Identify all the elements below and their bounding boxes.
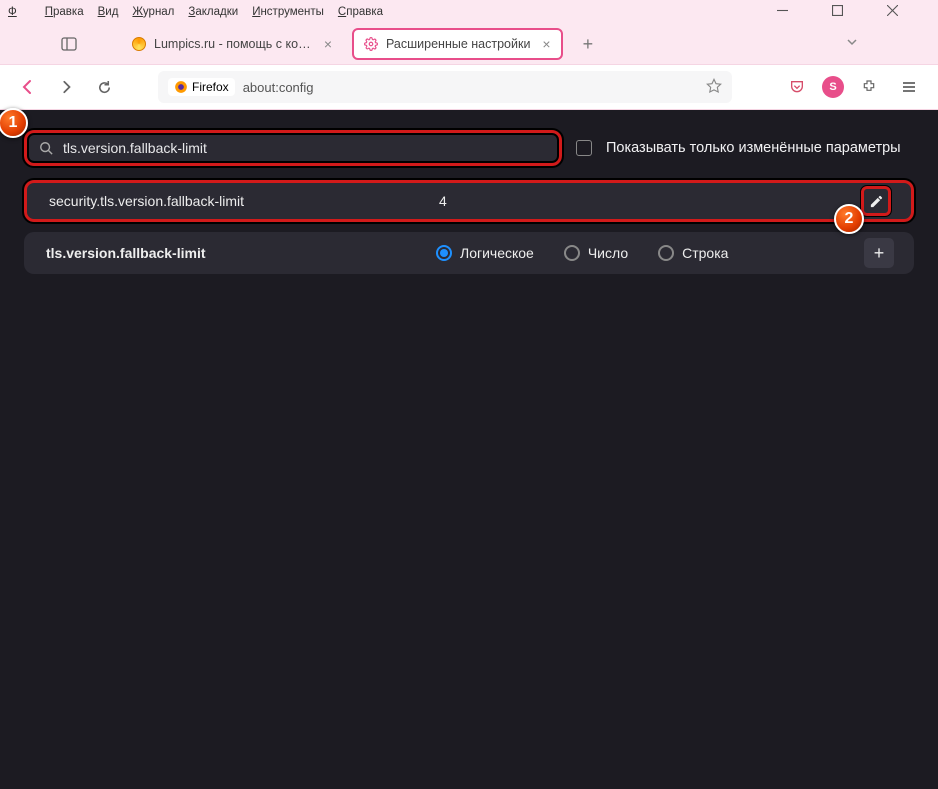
search-icon [39, 141, 53, 155]
lumpics-favicon-icon [132, 37, 146, 51]
tab-about-config[interactable]: Расширенные настройки × [352, 28, 563, 60]
extensions-button[interactable] [854, 72, 884, 102]
close-icon[interactable]: × [324, 36, 332, 52]
plus-icon: + [874, 243, 885, 264]
account-badge-label: S [829, 81, 836, 93]
close-button[interactable] [887, 5, 898, 19]
new-tab-button[interactable]: + [573, 34, 604, 55]
pref-row-result[interactable]: security.tls.version.fallback-limit 4 [24, 180, 914, 222]
radio-string[interactable]: Строка [658, 245, 728, 261]
forward-button[interactable] [52, 73, 80, 101]
menu-bookmarks[interactable]: Закладки [188, 6, 238, 18]
menu-file[interactable]: Ф [8, 6, 31, 18]
new-pref-type-group: Логическое Число Строка [436, 245, 728, 261]
navigation-toolbar: Firefox about:config S [0, 65, 938, 109]
tab-lumpics[interactable]: Lumpics.ru - помощь с компью × [122, 28, 342, 60]
new-pref-name: tls.version.fallback-limit [46, 245, 436, 261]
radio-label: Логическое [460, 245, 534, 261]
list-tabs-button[interactable] [846, 35, 858, 53]
url-bar[interactable]: Firefox about:config [158, 71, 732, 103]
firefox-identity-badge: Firefox [168, 78, 235, 96]
reload-button[interactable] [90, 73, 118, 101]
urlbar-address: about:config [243, 80, 314, 95]
pref-row-new: tls.version.fallback-limit Логическое Чи… [24, 232, 914, 274]
menu-history[interactable]: Журнал [132, 6, 174, 18]
menu-view[interactable]: Вид [98, 6, 119, 18]
pocket-button[interactable] [782, 72, 812, 102]
radio-label: Число [588, 245, 628, 261]
pref-name: security.tls.version.fallback-limit [49, 193, 439, 209]
gear-icon [364, 37, 378, 51]
maximize-button[interactable] [832, 5, 843, 19]
pencil-icon [869, 194, 884, 209]
tab-label: Расширенные настройки [386, 37, 530, 51]
radio-dot-icon [658, 245, 674, 261]
menubar: Ф Правка Вид Журнал Закладки Инструменты… [0, 0, 938, 24]
search-row: tls.version.fallback-limit Показывать то… [24, 130, 914, 166]
add-pref-button[interactable]: + [864, 238, 894, 268]
annotation-badge-2: 2 [834, 204, 864, 234]
tab-label: Lumpics.ru - помощь с компью [154, 37, 312, 51]
window-controls [777, 5, 930, 19]
account-button[interactable]: S [822, 76, 844, 98]
menu-help[interactable]: Справка [338, 6, 383, 18]
config-search-input[interactable]: tls.version.fallback-limit [24, 130, 562, 166]
radio-label: Строка [682, 245, 728, 261]
show-modified-checkbox[interactable] [576, 140, 592, 156]
radio-boolean[interactable]: Логическое [436, 245, 534, 261]
radio-dot-icon [564, 245, 580, 261]
edit-pref-button[interactable] [861, 186, 891, 216]
firefox-icon [174, 80, 188, 94]
urlbar-prefix: Firefox [192, 80, 229, 94]
tab-strip: Lumpics.ru - помощь с компью × Расширенн… [0, 24, 938, 64]
menu-edit[interactable]: Правка [45, 6, 84, 18]
search-value: tls.version.fallback-limit [63, 140, 207, 156]
bookmark-star-icon[interactable] [706, 78, 722, 97]
close-icon[interactable]: × [542, 36, 550, 52]
menu-tools[interactable]: Инструменты [252, 6, 324, 18]
pref-value: 4 [439, 193, 447, 209]
radio-dot-icon [436, 245, 452, 261]
hamburger-menu-button[interactable] [894, 72, 924, 102]
show-modified-label: Показывать только изменённые параметры [606, 140, 901, 156]
back-button[interactable] [14, 73, 42, 101]
radio-number[interactable]: Число [564, 245, 628, 261]
sidebar-toggle-icon[interactable] [56, 31, 82, 57]
about-config-content: 1 2 tls.version.fallback-limit Показыват… [0, 110, 938, 789]
minimize-button[interactable] [777, 5, 788, 19]
